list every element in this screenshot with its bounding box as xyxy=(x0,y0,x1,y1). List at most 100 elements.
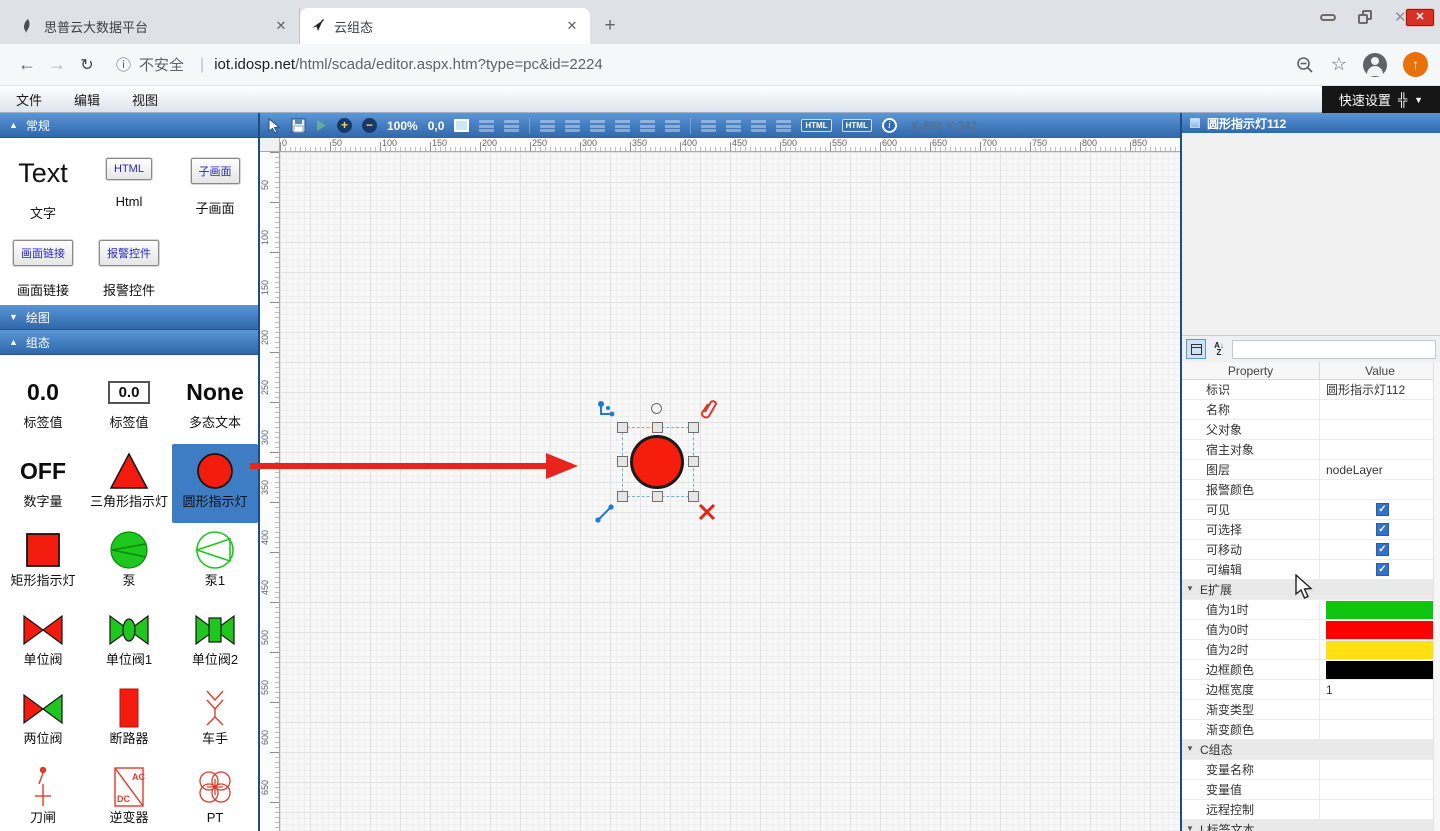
palette-item-valve-green-rect[interactable]: 单位阀2 xyxy=(172,602,258,681)
zoom-in-icon[interactable]: + xyxy=(337,118,352,133)
sort-alpha-button[interactable]: A↓Z xyxy=(1209,339,1229,359)
property-row[interactable]: 报警颜色 xyxy=(1182,480,1440,500)
quick-settings-button[interactable]: 快速设置 ╬ ▼ xyxy=(1322,86,1440,113)
align-center-icon[interactable] xyxy=(565,120,580,132)
omnibox[interactable]: ⓘ 不安全 | iot.idosp.net/html/scada/editor.… xyxy=(116,50,1281,80)
property-row[interactable]: 值为2时 xyxy=(1182,640,1440,660)
tab-scada-editor[interactable]: 云组态 ✕ xyxy=(300,8,590,44)
close-button[interactable]: ✕ ✕ xyxy=(1394,6,1434,28)
align-bottom-icon[interactable] xyxy=(665,120,680,132)
menu-view[interactable]: 视图 xyxy=(116,90,174,109)
palette-item-multi-state-text[interactable]: None多态文本 xyxy=(172,365,258,444)
resize-handle-ne[interactable] xyxy=(688,422,699,433)
property-group-row[interactable]: ▼C组态 xyxy=(1182,740,1440,760)
palette-item-text[interactable]: Text 文字 xyxy=(0,146,86,228)
resize-handle-nw[interactable] xyxy=(617,422,628,433)
property-row[interactable]: 可移动✓ xyxy=(1182,540,1440,560)
align-left-icon[interactable] xyxy=(540,120,555,132)
palette-item-pump-outline[interactable]: 泵1 xyxy=(172,523,258,602)
menu-file[interactable]: 文件 xyxy=(0,90,58,109)
property-filter-input[interactable] xyxy=(1232,340,1436,359)
align-middle-icon[interactable] xyxy=(640,120,655,132)
delete-icon[interactable] xyxy=(696,501,718,523)
property-column-header[interactable]: Property xyxy=(1182,362,1320,379)
new-tab-button[interactable]: + xyxy=(596,12,624,40)
back-icon[interactable]: ← xyxy=(12,50,42,80)
resize-handle-w[interactable] xyxy=(617,456,628,467)
restore-button[interactable] xyxy=(1358,10,1372,24)
palette-item-valve-two-color[interactable]: 两位阀 xyxy=(0,681,86,760)
palette-item-circle-indicator[interactable]: 圆形指示灯 xyxy=(172,444,258,523)
property-row[interactable]: 图层nodeLayer xyxy=(1182,460,1440,480)
copy-icon[interactable] xyxy=(479,120,494,132)
info-icon[interactable]: i xyxy=(882,118,897,133)
property-row[interactable]: 边框宽度1 xyxy=(1182,680,1440,700)
resize-handle-sw[interactable] xyxy=(617,491,628,502)
section-header-config[interactable]: ▲ 组态 xyxy=(0,330,258,355)
palette-item-label-value[interactable]: 0.0标签值 xyxy=(0,365,86,444)
palette-item-breaker[interactable]: 断路器 xyxy=(86,681,172,760)
bookmark-star-icon[interactable]: ☆ xyxy=(1331,54,1347,75)
html-preview-icon[interactable]: HTML xyxy=(842,119,872,132)
canvas-settings-icon[interactable] xyxy=(454,119,469,132)
tab-close-icon[interactable]: ✕ xyxy=(273,18,289,34)
checkbox-checked[interactable]: ✓ xyxy=(1376,503,1389,516)
same-width-icon[interactable] xyxy=(701,120,716,132)
property-row[interactable]: 变量值 xyxy=(1182,780,1440,800)
property-row[interactable]: 远程控制 xyxy=(1182,800,1440,820)
property-row[interactable]: 标识圆形指示灯112 xyxy=(1182,380,1440,400)
property-row[interactable]: 渐变类型 xyxy=(1182,700,1440,720)
align-right-icon[interactable] xyxy=(590,120,605,132)
attach-icon[interactable] xyxy=(698,398,720,420)
line-tool-icon[interactable] xyxy=(594,502,616,524)
html-export-icon[interactable]: HTML xyxy=(801,119,831,132)
palette-item-digital-value[interactable]: OFF数字量 xyxy=(0,444,86,523)
palette-item-square-indicator[interactable]: 矩形指示灯 xyxy=(0,523,86,602)
palette-item-inverter[interactable]: ACDC逆变器 xyxy=(86,760,172,831)
property-row[interactable]: 值为0时 xyxy=(1182,620,1440,640)
run-icon[interactable] xyxy=(316,119,327,132)
design-canvas[interactable] xyxy=(280,152,1180,831)
palette-item-valve-green-ellipse[interactable]: 单位阀1 xyxy=(86,602,172,681)
close-annotation-icon[interactable]: ✕ xyxy=(1406,9,1434,26)
palette-item-valve-red[interactable]: 单位阀 xyxy=(0,602,86,681)
object-tree-area[interactable] xyxy=(1182,133,1440,336)
property-group-row[interactable]: ▼L标签文本 xyxy=(1182,820,1440,831)
color-swatch[interactable] xyxy=(1326,601,1439,619)
page-info-icon[interactable]: ⓘ xyxy=(116,54,131,75)
checkbox-checked[interactable]: ✓ xyxy=(1376,563,1389,576)
vertical-scrollbar[interactable] xyxy=(1433,362,1440,831)
section-header-drawing[interactable]: ▼ 绘图 xyxy=(0,305,258,330)
reload-icon[interactable]: ↻ xyxy=(72,50,102,80)
color-swatch[interactable] xyxy=(1326,661,1439,679)
save-icon[interactable] xyxy=(291,118,306,133)
categorized-view-button[interactable] xyxy=(1186,339,1206,359)
minimize-button[interactable] xyxy=(1320,14,1336,21)
align-top-icon[interactable] xyxy=(615,120,630,132)
property-group-row[interactable]: ▼E扩展 xyxy=(1182,580,1440,600)
palette-item-alarm-control[interactable]: 报警控件 报警控件 xyxy=(86,228,172,305)
paste-icon[interactable] xyxy=(504,120,519,132)
property-row[interactable]: 变量名称 xyxy=(1182,760,1440,780)
circle-indicator-shape[interactable] xyxy=(630,435,684,489)
property-row[interactable]: 边框颜色 xyxy=(1182,660,1440,680)
value-column-header[interactable]: Value xyxy=(1320,362,1440,379)
palette-item-pt-circles[interactable]: PT xyxy=(172,760,258,831)
palette-item-fork-arrow[interactable]: 车手 xyxy=(172,681,258,760)
palette-item-subscreen[interactable]: 子画面 子画面 xyxy=(172,146,258,228)
profile-avatar[interactable] xyxy=(1363,53,1387,77)
zoom-indicator-icon[interactable] xyxy=(1295,55,1315,75)
property-row[interactable]: 可选择✓ xyxy=(1182,520,1440,540)
color-swatch[interactable] xyxy=(1326,621,1439,639)
section-header-general[interactable]: ▲ 常规 xyxy=(0,113,258,138)
tab-platform[interactable]: 思普云大数据平台 ✕ xyxy=(10,8,300,44)
connector-icon[interactable] xyxy=(596,400,618,422)
same-height-icon[interactable] xyxy=(726,120,741,132)
property-row[interactable]: 值为1时 xyxy=(1182,600,1440,620)
forward-icon[interactable]: → xyxy=(42,50,72,80)
resize-handle-n[interactable] xyxy=(652,422,663,433)
palette-item-html[interactable]: HTML Html xyxy=(86,146,172,228)
palette-item-triangle-indicator[interactable]: 三角形指示灯 xyxy=(86,444,172,523)
same-size-icon[interactable] xyxy=(751,120,766,132)
color-swatch[interactable] xyxy=(1326,641,1439,659)
